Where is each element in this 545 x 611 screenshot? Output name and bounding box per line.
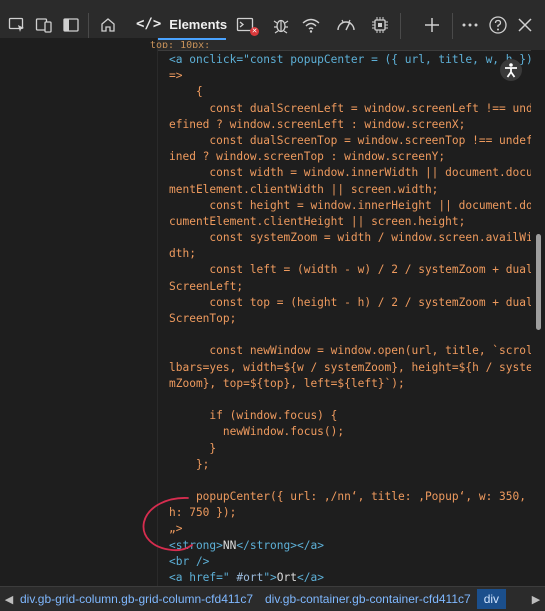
device-emulation-icon[interactable] xyxy=(33,14,55,36)
code-line[interactable]: const dualScreenLeft = window.screenLeft… xyxy=(169,101,532,117)
code-line[interactable] xyxy=(169,392,529,408)
code-line[interactable]: <strong>NN</strong></a> xyxy=(169,538,529,554)
code-line[interactable]: dth; xyxy=(169,246,529,262)
code-token: #ort xyxy=(229,571,264,584)
code-line[interactable]: ScreenLeft; xyxy=(169,279,529,295)
code-token: Ort xyxy=(276,571,298,584)
code-token: mZoom}, top=${top}, left=${left}`); xyxy=(169,376,405,390)
code-token: lbars=yes, width=${w / systemZoom}, heig… xyxy=(169,360,533,374)
code-token: ScreenLeft; xyxy=(169,279,244,293)
source-code[interactable]: <a onclick="const popupCenter = ({ url, … xyxy=(169,52,533,586)
network-wifi-icon[interactable] xyxy=(300,14,322,36)
code-token: mentElement.clientWidth || screen.width; xyxy=(169,182,439,196)
code-token: <br /> xyxy=(169,554,210,568)
code-line[interactable]: cumentElement.clientHeight || screen.hei… xyxy=(169,214,529,230)
code-token: if (window.focus) { xyxy=(169,409,338,423)
memory-chip-icon[interactable] xyxy=(369,14,391,36)
code-token: const height = window.innerHeight || doc… xyxy=(169,198,533,212)
code-token: <a onclick="const popupCenter = ({ url, … xyxy=(169,53,533,66)
more-icon[interactable] xyxy=(459,14,481,36)
code-line[interactable]: const width = window.innerWidth || docum… xyxy=(169,165,532,181)
breadcrumb: ◀ div.gb-grid-column.gb-grid-column-cfd4… xyxy=(0,586,545,611)
code-token: </strong></a> xyxy=(236,538,324,552)
code-token: <a href=" xyxy=(169,571,230,584)
code-line[interactable]: const newWindow = window.open(url, title… xyxy=(169,343,532,359)
code-line[interactable]: const systemZoom = width / window.screen… xyxy=(169,230,532,246)
code-line[interactable]: h: 750 }); xyxy=(169,505,529,521)
code-token: popupCenter({ url: ,/nn‘, title: ,Popup‘… xyxy=(169,490,526,504)
help-icon[interactable] xyxy=(487,14,509,36)
home-icon[interactable] xyxy=(97,14,119,36)
code-line[interactable] xyxy=(169,473,529,489)
code-line[interactable]: ined ? window.screenTop : window.screenY… xyxy=(169,149,529,165)
code-token: NN xyxy=(222,538,237,552)
code-token: "> xyxy=(263,571,277,584)
code-token: ScreenTop; xyxy=(169,312,237,325)
code-token: ined ? window.screenTop : window.screenY… xyxy=(169,150,446,164)
code-token: const width = window.innerWidth || docum… xyxy=(169,166,533,180)
code-line[interactable]: }; xyxy=(169,457,529,473)
code-token: }; xyxy=(169,457,210,471)
code-token: </a> xyxy=(297,571,324,584)
inspect-icon[interactable] xyxy=(6,14,28,36)
accessibility-icon[interactable] xyxy=(500,59,522,81)
performance-icon[interactable] xyxy=(335,14,357,36)
code-line[interactable] xyxy=(169,327,529,343)
breadcrumb-item-active[interactable]: div xyxy=(476,589,507,609)
code-line[interactable]: => xyxy=(169,68,529,84)
code-line[interactable]: if (window.focus) { xyxy=(169,408,529,424)
code-token: „> xyxy=(169,522,183,536)
code-line[interactable]: <a href=" #ort">Ort</a> xyxy=(169,570,529,586)
code-token: h: 750 }); xyxy=(169,506,237,520)
code-line[interactable]: <br /> xyxy=(169,554,529,570)
close-icon[interactable] xyxy=(514,14,536,36)
code-token: dth; xyxy=(169,247,196,261)
code-token: const top = (height - h) / 2 / systemZoo… xyxy=(169,295,533,309)
error-badge: ✕ xyxy=(250,27,259,36)
code-line[interactable]: newWindow.focus(); xyxy=(169,424,529,440)
code-token: const dualScreenTop = window.screenTop !… xyxy=(169,133,533,147)
code-token: => xyxy=(169,69,183,83)
code-line[interactable]: { xyxy=(169,84,529,100)
code-line[interactable]: „> xyxy=(169,521,529,537)
partial-top-line: top: 10px; xyxy=(150,40,211,48)
code-line[interactable]: const top = (height - h) / 2 / systemZoo… xyxy=(169,295,532,311)
elements-code-panel[interactable]: top: 10px; <a onclick="const popupCenter… xyxy=(0,38,545,586)
code-line[interactable]: ScreenTop; xyxy=(169,311,529,327)
code-token: const dualScreenLeft = window.screenLeft… xyxy=(169,101,533,115)
code-token: } xyxy=(169,441,217,455)
code-line[interactable]: efined ? window.screenLeft : window.scre… xyxy=(169,117,529,133)
code-line[interactable]: const left = (width - w) / 2 / systemZoo… xyxy=(169,262,532,278)
code-line[interactable]: } xyxy=(169,441,529,457)
dock-icon[interactable] xyxy=(60,14,82,36)
code-line[interactable]: lbars=yes, width=${w / systemZoom}, heig… xyxy=(169,360,533,376)
plus-icon[interactable] xyxy=(421,14,443,36)
tab-elements-label: Elements xyxy=(169,16,228,32)
breadcrumb-right-arrow-icon[interactable]: ▶ xyxy=(527,593,545,606)
sources-bug-icon[interactable] xyxy=(270,14,292,36)
code-line[interactable]: mentElement.clientWidth || screen.width; xyxy=(169,182,529,198)
breadcrumb-item[interactable]: div.gb-container.gb-container-cfd411c7 xyxy=(259,592,477,606)
indent-gutter xyxy=(0,38,158,586)
code-token: efined ? window.screenLeft : window.scre… xyxy=(169,117,466,131)
code-line[interactable]: const height = window.innerHeight || doc… xyxy=(169,198,532,214)
breadcrumb-item[interactable]: div.gb-grid-column.gb-grid-column-cfd411… xyxy=(14,592,259,606)
code-token: newWindow.focus(); xyxy=(169,425,345,439)
code-line[interactable]: <a onclick="const popupCenter = ({ url, … xyxy=(169,52,533,68)
code-line[interactable]: popupCenter({ url: ,/nn‘, title: ,Popup‘… xyxy=(169,489,529,505)
tab-elements[interactable]: </> Elements xyxy=(128,10,228,40)
code-token: const systemZoom = width / window.screen… xyxy=(169,231,533,245)
code-token: cumentElement.clientHeight || screen.hei… xyxy=(169,214,466,228)
console-icon[interactable]: ✕ xyxy=(235,14,259,36)
code-line[interactable]: mZoom}, top=${top}, left=${left}`); xyxy=(169,376,529,392)
code-token: const left = (width - w) / 2 / systemZoo… xyxy=(169,263,533,277)
code-line[interactable]: const dualScreenTop = window.screenTop !… xyxy=(169,133,532,149)
code-brackets-icon: </> xyxy=(136,16,162,32)
code-token: <strong> xyxy=(169,538,223,552)
code-token: const newWindow = window.open(url, title… xyxy=(169,344,533,358)
scrollbar-thumb[interactable] xyxy=(536,234,541,330)
code-token: { xyxy=(169,85,203,99)
